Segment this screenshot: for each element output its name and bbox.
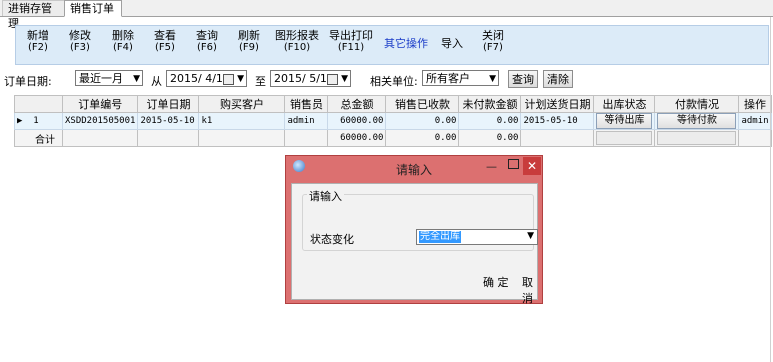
- cell-received[interactable]: 0.00: [385, 112, 460, 130]
- tab-bar: 进销存管理 销售订单: [0, 0, 773, 30]
- tab-inventory-management[interactable]: 进销存管理: [2, 0, 68, 30]
- chart-report-button[interactable]: 图形报表 (F10): [275, 30, 319, 54]
- chevron-down-icon: ▼: [341, 74, 348, 84]
- chevron-down-icon: ▼: [237, 74, 244, 84]
- row-pointer-icon: ▶: [17, 116, 23, 126]
- status-change-select[interactable]: 完全出库 ▼: [416, 229, 538, 245]
- header-order-date[interactable]: 订单日期: [137, 95, 200, 113]
- cell-operation[interactable]: admin: [738, 112, 772, 130]
- status-change-value: 完全出库: [419, 231, 461, 243]
- header-unpaid[interactable]: 未付款金额: [458, 95, 522, 113]
- close-button[interactable]: 关闭 (F7): [482, 30, 504, 54]
- header-operation[interactable]: 操作: [738, 95, 772, 113]
- status-change-label: 状态变化: [310, 233, 354, 246]
- cell-order-no[interactable]: XSDD201505001: [61, 112, 139, 130]
- period-select[interactable]: 最近一月 ▼: [75, 70, 143, 86]
- edit-button[interactable]: 修改 (F3): [69, 30, 91, 54]
- minimize-icon[interactable]: —: [486, 160, 497, 173]
- header-total[interactable]: 总金额: [327, 95, 387, 113]
- chevron-down-icon: ▼: [133, 74, 140, 84]
- table-row[interactable]: ▶ 1 XSDD201505001 2015-05-10 k1 admin 60…: [14, 112, 772, 130]
- input-dialog: 请输入 — ✕ 请输入 状态变化 完全出库 ▼ 确 定 取 消: [285, 155, 543, 305]
- query-filter-button[interactable]: 查询: [508, 70, 538, 88]
- total-label: 合计: [14, 129, 63, 147]
- calendar-icon: [327, 74, 338, 85]
- orders-table: 订单编号 订单日期 购买客户 销售员 总金额 销售已收款 未付款金额 计划送货日…: [14, 95, 772, 147]
- cell-order-date[interactable]: 2015-05-10: [137, 112, 200, 130]
- row-index: 1: [33, 116, 39, 126]
- order-date-label: 订单日期:: [4, 75, 52, 88]
- dialog-body: 请输入 状态变化 完全出库 ▼ 确 定 取 消: [291, 183, 538, 305]
- toolbar: 新增 (F2) 修改 (F3) 删除 (F4) 查看 (F5) 查询 (F6) 刷新 (F9…: [15, 25, 769, 65]
- total-unpaid: 0.00: [458, 129, 522, 147]
- table-header-row: 订单编号 订单日期 购买客户 销售员 总金额 销售已收款 未付款金额 计划送货日…: [14, 95, 772, 113]
- query-button[interactable]: 查询 (F6): [196, 30, 218, 54]
- row-header-corner: [14, 95, 63, 113]
- total-amount: 60000.00: [327, 129, 387, 147]
- total-row: 合计 60000.00 0.00 0.00: [14, 129, 772, 147]
- cell-payment: 等待付款: [654, 112, 740, 130]
- unit-label: 相关单位:: [370, 75, 418, 88]
- cancel-button[interactable]: 取 消: [522, 274, 537, 306]
- to-label: 至: [255, 75, 266, 88]
- chevron-down-icon: ▼: [527, 231, 534, 241]
- header-plan-date[interactable]: 计划送货日期: [520, 95, 595, 113]
- cell-plan-date[interactable]: 2015-05-10: [520, 112, 595, 130]
- dialog-title: 请输入: [395, 163, 432, 177]
- header-salesman[interactable]: 销售员: [284, 95, 329, 113]
- new-button[interactable]: 新增 (F2): [27, 30, 49, 54]
- group-label: 请输入: [307, 188, 344, 204]
- cell-stock-status: 等待出库: [593, 112, 656, 130]
- total-received: 0.00: [385, 129, 460, 147]
- close-icon[interactable]: ✕: [523, 157, 541, 175]
- calendar-icon: [223, 74, 234, 85]
- cell-unpaid[interactable]: 0.00: [458, 112, 522, 130]
- header-customer[interactable]: 购买客户: [198, 95, 286, 113]
- clear-filter-button[interactable]: 清除: [543, 70, 573, 88]
- maximize-icon[interactable]: [508, 159, 519, 169]
- refresh-button[interactable]: 刷新 (F9): [238, 30, 260, 54]
- header-received[interactable]: 销售已收款: [385, 95, 460, 113]
- cell-total[interactable]: 60000.00: [327, 112, 387, 130]
- dialog-titlebar[interactable]: 请输入 — ✕: [286, 156, 542, 178]
- cell-salesman[interactable]: admin: [284, 112, 329, 130]
- export-print-button[interactable]: 导出打印 (F11): [329, 30, 373, 54]
- unit-select[interactable]: 所有客户 ▼: [422, 70, 499, 86]
- row-indicator: ▶ 1: [14, 112, 63, 130]
- header-stock-status[interactable]: 出库状态: [593, 95, 656, 113]
- cell-customer[interactable]: k1: [198, 112, 286, 130]
- other-ops-button[interactable]: 其它操作: [384, 38, 428, 50]
- divider: [770, 17, 771, 362]
- ok-button[interactable]: 确 定: [483, 274, 509, 290]
- to-date-picker[interactable]: 2015/ 5/14 ▼: [270, 70, 351, 87]
- from-label: 从: [151, 75, 162, 88]
- chevron-down-icon: ▼: [489, 74, 496, 84]
- stock-status-button[interactable]: 等待出库: [596, 113, 653, 129]
- filter-bar: 订单日期: 最近一月 ▼ 从 2015/ 4/14 ▼ 至 2015/ 5/14 ▼ …: [0, 70, 773, 90]
- import-button[interactable]: 导入: [441, 38, 463, 50]
- tab-sales-order[interactable]: 销售订单: [64, 0, 122, 17]
- delete-button[interactable]: 删除 (F4): [112, 30, 134, 54]
- payment-status-button[interactable]: 等待付款: [657, 113, 737, 129]
- header-order-no[interactable]: 订单编号: [61, 95, 139, 113]
- view-button[interactable]: 查看 (F5): [154, 30, 176, 54]
- from-date-picker[interactable]: 2015/ 4/14 ▼: [166, 70, 247, 87]
- header-payment[interactable]: 付款情况: [654, 95, 740, 113]
